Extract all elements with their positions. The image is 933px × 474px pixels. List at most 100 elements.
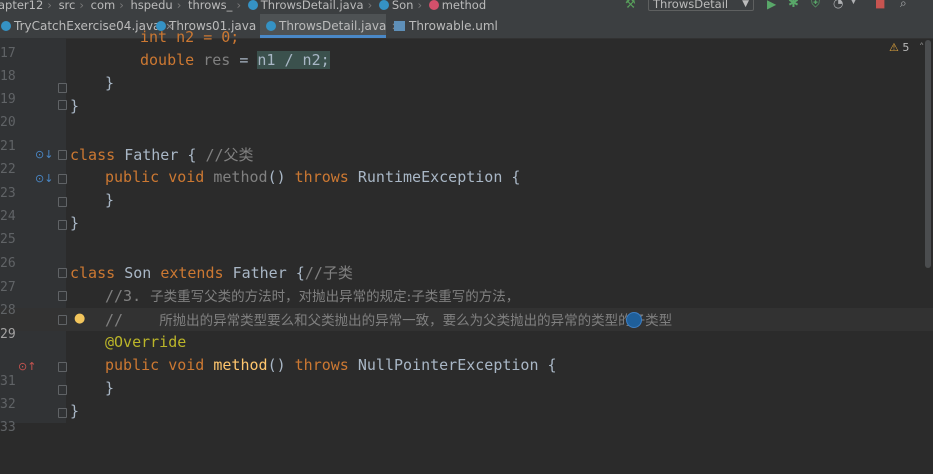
overridden-method-icon[interactable]: ⊙↓ xyxy=(35,148,53,161)
code-token: NullPointerException xyxy=(357,356,539,374)
fold-marker[interactable] xyxy=(58,197,67,207)
code-text: } xyxy=(105,191,115,209)
breadcrumb-package[interactable]: throws_ xyxy=(188,0,232,12)
code-text: int n2 = 0; xyxy=(140,28,239,46)
comment: //子类 xyxy=(304,264,353,282)
code-token: void xyxy=(168,168,205,186)
chevron-up-icon[interactable]: ˄ xyxy=(919,41,925,54)
code-line: 24 } xyxy=(0,191,114,224)
breadcrumb: apter12 › src › com › hspedu › throws_ › Thro… xyxy=(0,0,487,12)
code-token: throws xyxy=(294,356,349,374)
navigation-bar: apter12 › src › com › hspedu › throws_ › Thro… xyxy=(0,0,933,14)
code-token: public xyxy=(105,168,160,186)
java-class-icon xyxy=(266,21,276,31)
class-icon xyxy=(378,0,389,10)
code-token: Father xyxy=(232,264,287,282)
code-token: Son xyxy=(124,264,152,282)
code-text: } xyxy=(70,97,80,115)
code-text: } xyxy=(70,214,80,232)
profile-icon[interactable]: ◔ xyxy=(833,0,843,10)
fold-marker[interactable] xyxy=(58,174,67,184)
fold-marker[interactable] xyxy=(58,291,67,301)
run-icon[interactable]: ▶ xyxy=(767,0,776,11)
debug-icon[interactable]: ✱ xyxy=(788,0,799,11)
annotation: @Override xyxy=(105,333,187,351)
overridden-method-icon[interactable]: ⊙↓ xyxy=(35,172,53,185)
fold-marker[interactable] xyxy=(58,362,67,372)
code-text: // 所抛出的异常类型要么和父类抛出的异常一致，要么为父类抛出的异常的类型的子类… xyxy=(105,309,672,329)
search-icon[interactable]: ⌕ xyxy=(900,0,907,11)
breadcrumb-src[interactable]: src xyxy=(59,0,76,12)
warning-count: 5 xyxy=(902,41,910,54)
code-line: 25 } xyxy=(0,214,79,247)
warning-icon: ⚠ xyxy=(889,41,899,54)
tab-label: Throwable.uml xyxy=(409,19,498,33)
code-token: double xyxy=(140,51,195,69)
code-token: { xyxy=(538,356,557,374)
code-text: //3. 子类重写父类的方法时，对抛出异常的规定:子类重写的方法， xyxy=(105,285,519,305)
vertical-scrollbar[interactable] xyxy=(925,40,931,268)
code-line: 21 xyxy=(0,121,36,154)
lightbulb-icon[interactable]: ● xyxy=(74,311,85,326)
code-token: int n2 = 0; xyxy=(140,28,240,46)
run-configuration-select[interactable]: ThrowsDetail ▼ xyxy=(648,0,754,11)
fold-marker[interactable] xyxy=(58,83,67,93)
breadcrumb-com[interactable]: com xyxy=(91,0,116,12)
code-line: 20 } xyxy=(0,97,79,130)
code-line: 33 } xyxy=(0,402,79,435)
comment: 所抛出的异常类型要么和父类抛出的异常一致，要么为父类抛出的异常的类型的子类型 xyxy=(159,313,673,329)
tab-throwable-uml[interactable]: Throwable.uml xyxy=(390,14,500,38)
fold-marker[interactable] xyxy=(58,385,67,395)
fold-marker[interactable] xyxy=(58,220,67,230)
fold-marker[interactable] xyxy=(58,315,67,325)
code-token: public xyxy=(105,356,160,374)
code-line: 32 } xyxy=(0,379,114,412)
chevron-down-icon: ▼ xyxy=(742,0,749,9)
code-token: throws xyxy=(294,168,349,186)
comment: 子类重写父类的方法时，对抛出异常的规定:子类重写的方法， xyxy=(150,289,520,305)
code-token: () xyxy=(267,168,295,186)
fold-marker[interactable] xyxy=(58,150,67,160)
uml-diagram-icon xyxy=(394,21,405,31)
line-number: 33 xyxy=(0,420,16,435)
code-token: { xyxy=(178,146,206,164)
java-class-icon xyxy=(247,0,258,10)
code-token: void xyxy=(168,356,205,374)
code-token: Father xyxy=(124,146,179,164)
code-token: method xyxy=(213,356,268,374)
code-line: 26 xyxy=(0,238,36,271)
breadcrumb-method[interactable]: method xyxy=(442,0,486,12)
coverage-icon[interactable]: ⛨ xyxy=(811,0,820,11)
comment: // xyxy=(105,311,160,329)
fold-marker[interactable] xyxy=(58,408,67,418)
code-token: { xyxy=(502,168,521,186)
stop-icon[interactable]: ■ xyxy=(875,0,885,10)
inspection-widget[interactable]: ⚠ 5 ˄ xyxy=(889,41,924,54)
fold-marker[interactable] xyxy=(58,268,67,278)
code-token: { xyxy=(286,264,305,282)
code-text: @Override xyxy=(105,333,186,351)
overriding-method-icon[interactable]: ⊙↑ xyxy=(18,360,36,373)
code-token: class xyxy=(70,264,116,282)
breadcrumb-file[interactable]: ThrowsDetail.java xyxy=(261,0,364,12)
breadcrumb-hspedu[interactable]: hspedu xyxy=(130,0,172,12)
code-token: () xyxy=(267,356,295,374)
tab-label: ThrowsDetail.java xyxy=(279,19,387,33)
code-token: extends xyxy=(160,264,224,282)
code-line: 22 class Father { //父类 xyxy=(0,144,254,177)
breadcrumb-module[interactable]: apter12 xyxy=(0,0,43,12)
code-token: RuntimeException xyxy=(357,168,503,186)
breadcrumb-class[interactable]: Son xyxy=(392,0,414,12)
code-line: 19 } xyxy=(0,74,114,107)
more-run-chevron-icon[interactable]: ▼ xyxy=(850,0,857,6)
tab-throwsdetail[interactable]: ThrowsDetail.java✕ xyxy=(260,14,400,38)
code-text: double res = n1 / n2; xyxy=(140,51,330,69)
build-hammer-icon[interactable]: ⚒ xyxy=(625,0,636,11)
code-token: class xyxy=(70,146,116,164)
code-text: } xyxy=(105,379,115,397)
code-line: 17 int n2 = 0; xyxy=(0,28,239,61)
code-line: 23 public void method() throws RuntimeEx… xyxy=(0,168,520,201)
code-text: } xyxy=(70,402,80,420)
highlighted-expression: n1 / n2; xyxy=(257,51,330,69)
fold-marker[interactable] xyxy=(58,100,67,110)
